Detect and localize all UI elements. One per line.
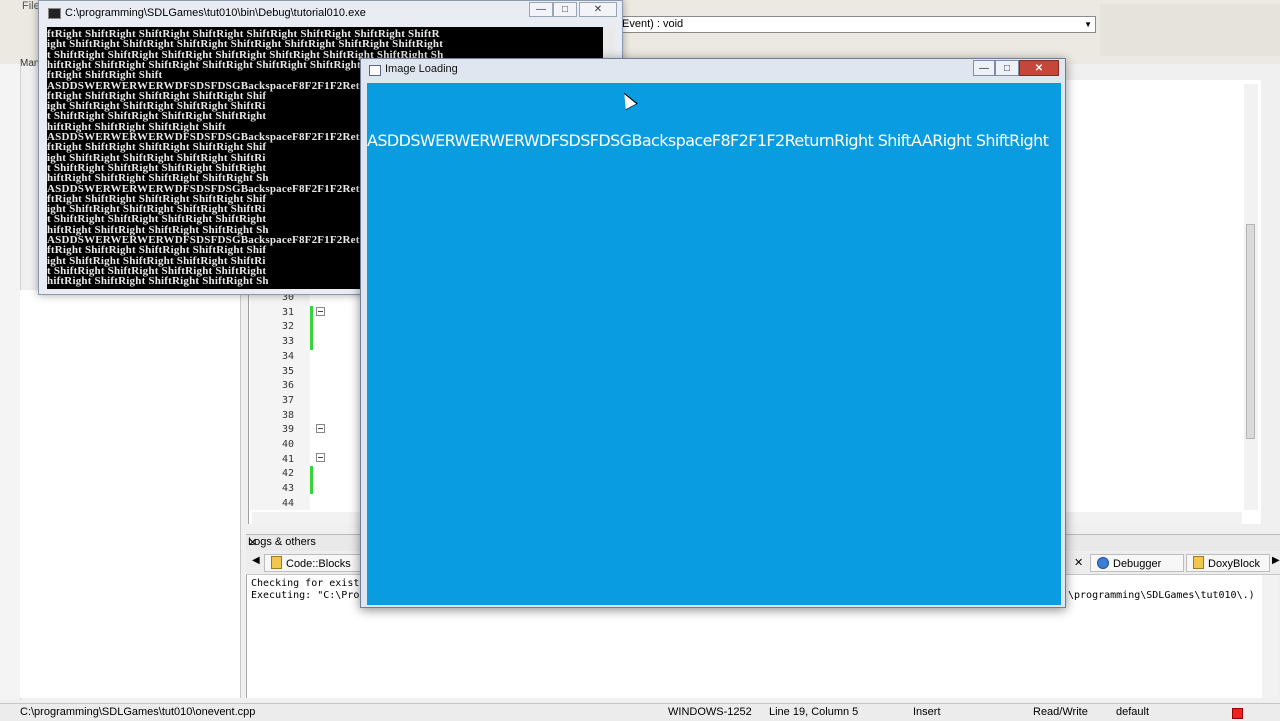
console-icon — [48, 8, 61, 19]
status-encoding: WINDOWS-1252 — [668, 706, 752, 718]
fold-toggle-icon[interactable] — [316, 307, 325, 316]
logs-vertical-scrollbar[interactable] — [1262, 575, 1278, 698]
function-combo-value: Event) : void — [622, 18, 684, 30]
line-number: 38 — [281, 409, 294, 421]
tab-codeblocks[interactable]: Code::Blocks — [264, 554, 364, 572]
status-cursor-position: Line 19, Column 5 — [769, 706, 859, 718]
close-button[interactable]: ✕ — [579, 2, 617, 17]
tab-label: Debugger — [1113, 558, 1162, 570]
typed-text: ASDDSWERWERWERWDFSDSFDSGBackspaceF8F2F1F… — [367, 131, 1049, 150]
status-file-path: C:\programming\SDLGames\tut010\onevent.c… — [20, 706, 256, 718]
status-insert-mode: Insert — [913, 706, 941, 718]
log-line-tail: \programming\SDLGames\tut010\.) — [1068, 590, 1255, 601]
line-number: 43 — [281, 483, 294, 495]
window-icon — [369, 65, 381, 76]
chevron-left-icon[interactable]: ◀ — [252, 555, 260, 566]
chevron-right-icon[interactable]: ▶ — [1272, 555, 1280, 566]
scrollbar-thumb[interactable] — [1246, 224, 1255, 439]
line-number: 35 — [281, 365, 294, 377]
codeblocks-icon — [271, 556, 282, 569]
line-number: 34 — [281, 350, 294, 362]
management-strip — [0, 64, 21, 700]
log-line: Checking for exist — [251, 578, 360, 589]
line-number: 39 — [281, 424, 294, 436]
console-line: ftRight ShiftRight Shift — [47, 69, 163, 82]
tab-label: DoxyBlock — [1208, 558, 1260, 570]
minimize-button[interactable]: — — [973, 60, 995, 76]
sdl-canvas[interactable]: ASDDSWERWERWERWDFSDSFDSGBackspaceF8F2F1F… — [367, 83, 1061, 605]
status-access: Read/Write — [1033, 706, 1088, 718]
editor-vertical-scrollbar[interactable] — [1244, 84, 1258, 510]
minimize-button[interactable]: — — [529, 2, 553, 17]
change-marker — [310, 466, 313, 494]
console-line: t ShiftRight ShiftRight ShiftRight Shift… — [47, 110, 267, 123]
line-number: 42 — [281, 468, 294, 480]
line-number: 41 — [281, 453, 294, 465]
close-button[interactable]: ✕ — [1019, 60, 1059, 76]
debugger-icon — [1097, 557, 1109, 569]
change-marker — [310, 306, 313, 350]
status-profile: default — [1116, 706, 1150, 718]
line-number: 44 — [281, 497, 294, 509]
console-line: ftRight ShiftRight ShiftRight ShiftRight… — [47, 244, 267, 257]
tab-debugger[interactable]: Debugger — [1090, 554, 1184, 572]
window-title: Image Loading — [385, 63, 458, 75]
line-number: 33 — [281, 336, 294, 348]
ide-toolbar-right — [1100, 4, 1280, 56]
line-number: 36 — [281, 380, 294, 392]
console-title: C:\programming\SDLGames\tut010\bin\Debug… — [65, 7, 366, 19]
error-indicator-icon — [1232, 708, 1243, 719]
line-number: 37 — [281, 394, 294, 406]
fold-toggle-icon[interactable] — [316, 424, 325, 433]
management-panel — [20, 290, 241, 698]
console-line: ASDDSWERWERWERWDFSDSFDSGBackspaceF8F2F1F… — [47, 182, 366, 195]
line-number: 32 — [281, 321, 294, 333]
image-loading-window[interactable]: Image Loading — □ ✕ ASDDSWERWERWERWDFSDS… — [360, 58, 1066, 608]
console-line: ASDDSWERWERWERWDFSDSFDSGBackspaceF8F2F1F… — [47, 79, 366, 92]
line-number: 31 — [281, 306, 294, 318]
console-line: hiftRight ShiftRight ShiftRight ShiftRig… — [47, 275, 269, 288]
fold-toggle-icon[interactable] — [316, 453, 325, 462]
maximize-button[interactable]: □ — [553, 2, 577, 17]
tab-label: Code::Blocks — [286, 558, 351, 570]
doxyblocks-icon — [1193, 556, 1204, 569]
line-number: 40 — [281, 439, 294, 450]
console-line: ight ShiftRight ShiftRight ShiftRight Sh… — [47, 38, 444, 51]
maximize-button[interactable]: □ — [995, 60, 1019, 76]
close-icon[interactable]: ✕ — [1074, 556, 1083, 569]
status-bar: C:\programming\SDLGames\tut010\onevent.c… — [0, 703, 1280, 721]
function-combo[interactable]: Event) : void ▼ — [618, 16, 1096, 33]
tab-doxyblocks[interactable]: DoxyBlock — [1186, 554, 1270, 572]
console-line: ftRight ShiftRight ShiftRight ShiftRight… — [47, 141, 267, 154]
chevron-down-icon: ▼ — [1084, 20, 1092, 29]
console-line: t ShiftRight ShiftRight ShiftRight Shift… — [47, 213, 267, 226]
log-line: Executing: "C:\Pro — [251, 590, 360, 601]
console-line: hiftRight ShiftRight ShiftRight ShiftRig… — [47, 172, 269, 185]
